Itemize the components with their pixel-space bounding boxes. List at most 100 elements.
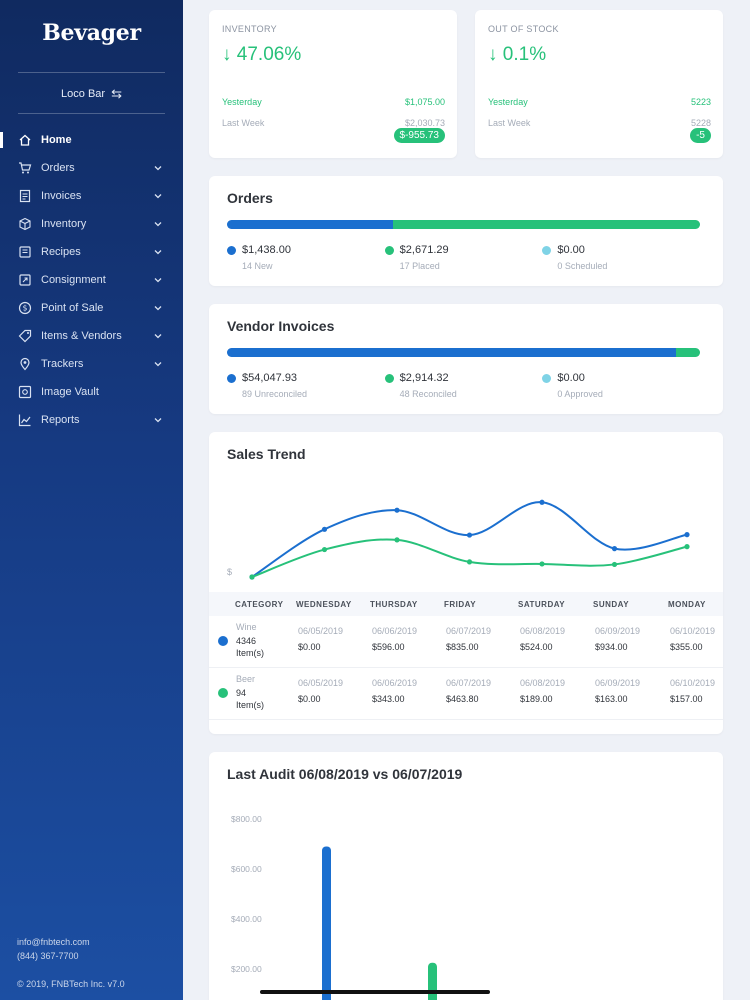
sidebar-item-label: Image Vault xyxy=(41,386,99,398)
chevron-down-icon[interactable] xyxy=(153,219,163,229)
data-point[interactable] xyxy=(611,546,618,552)
cell-date: 06/06/2019 xyxy=(372,678,418,688)
chevron-down-icon[interactable] xyxy=(153,163,163,173)
sidebar-item-items-vendors[interactable]: Items & Vendors xyxy=(0,322,183,350)
chevron-down-icon[interactable] xyxy=(153,275,163,285)
legend-subtitle: 14 New xyxy=(242,261,273,271)
data-point[interactable] xyxy=(321,546,328,553)
data-point[interactable] xyxy=(321,526,328,532)
sidebar-item-recipes[interactable]: Recipes xyxy=(0,238,183,266)
column-header[interactable]: CATEGORY xyxy=(235,600,283,609)
cell-date: 06/05/2019 xyxy=(298,626,344,636)
support-email[interactable]: info@fnbtech.com xyxy=(17,937,90,947)
sidebar-divider xyxy=(18,113,165,114)
legend-item[interactable]: $1,438.00 14 New xyxy=(227,244,385,271)
bar-segment xyxy=(227,220,393,229)
sidebar-item-consignment[interactable]: Consignment xyxy=(0,266,183,294)
legend-value-row: $0.00 xyxy=(542,244,700,256)
cell-value: $355.00 xyxy=(670,642,703,652)
cell-value: $596.00 xyxy=(372,642,405,652)
sidebar-item-label: Reports xyxy=(41,414,80,426)
sidebar-item-image-vault[interactable]: Image Vault xyxy=(0,378,183,406)
chevron-down-icon[interactable] xyxy=(153,247,163,257)
app-logo[interactable]: Bevager xyxy=(0,20,183,46)
recipe-icon xyxy=(18,245,32,259)
inventory-yesterday-row: Yesterday $1,075.00 xyxy=(222,97,445,107)
table-row[interactable]: Wine 4346 Item(s) 06/05/2019 $0.00 06/06/201… xyxy=(209,616,723,668)
column-header[interactable]: SUNDAY xyxy=(593,600,629,609)
legend-item[interactable]: $0.00 0 Scheduled xyxy=(542,244,700,271)
cell-value: $163.00 xyxy=(595,694,628,704)
sidebar-nav: Home Orders Invoices Inventory Recipes Consig… xyxy=(0,126,183,434)
chevron-down-icon[interactable] xyxy=(153,331,163,341)
sidebar-item-orders[interactable]: Orders xyxy=(0,154,183,182)
inventory-card[interactable]: INVENTORY ↓ 47.06% Yesterday $1,075.00 L… xyxy=(209,10,457,158)
table-cell: 06/05/2019 $0.00 xyxy=(298,678,343,704)
sidebar-item-inventory[interactable]: Inventory xyxy=(0,210,183,238)
sidebar-item-label: Inventory xyxy=(41,218,87,230)
sidebar-item-home[interactable]: Home xyxy=(0,126,183,154)
legend-dot xyxy=(227,245,236,255)
data-point[interactable] xyxy=(684,532,690,538)
vendor-invoices-card[interactable]: Vendor Invoices $54,047.93 89 Unreconcile… xyxy=(209,304,723,414)
chart-icon xyxy=(18,413,32,427)
sidebar-item-trackers[interactable]: Trackers xyxy=(0,350,183,378)
cell-value: $157.00 xyxy=(670,694,703,704)
orders-title: Orders xyxy=(227,190,273,206)
sidebar-item-point-of-sale[interactable]: $ Point of Sale xyxy=(0,294,183,322)
out-of-stock-card[interactable]: OUT OF STOCK ↓ 0.1% Yesterday 5223 Last … xyxy=(475,10,723,158)
data-point[interactable] xyxy=(249,574,255,580)
cell-date: 06/08/2019 xyxy=(520,678,566,688)
legend-item[interactable]: $2,671.29 17 Placed xyxy=(384,244,543,271)
data-point[interactable] xyxy=(539,561,545,567)
invoice-icon xyxy=(18,189,32,203)
data-point[interactable] xyxy=(611,561,618,568)
column-header[interactable]: SATURDAY xyxy=(518,600,565,609)
y-tick-label: $400.00 xyxy=(231,914,262,924)
category-count: 94 Item(s) xyxy=(236,688,264,710)
legend-dot xyxy=(227,373,236,383)
data-point[interactable] xyxy=(466,532,473,538)
consignment-icon xyxy=(18,273,32,287)
data-point[interactable] xyxy=(466,559,473,565)
chevron-down-icon[interactable] xyxy=(153,359,163,369)
table-row[interactable]: Beer 94 Item(s) 06/05/2019 $0.00 06/06/2019 $… xyxy=(209,668,723,720)
table-cell: 06/05/2019 $0.00 xyxy=(298,626,343,652)
support-phone[interactable]: (844) 367-7700 xyxy=(17,951,79,961)
cell-date: 06/10/2019 xyxy=(670,626,716,636)
category-name: Beer xyxy=(236,674,256,684)
sidebar: Bevager Loco Bar ⇆ Home Orders Invoices Inve… xyxy=(0,0,183,1000)
sidebar-item-label: Invoices xyxy=(41,190,82,202)
data-point[interactable] xyxy=(684,544,690,550)
table-cell: 06/07/2019 $835.00 xyxy=(446,626,491,652)
table-cell: 06/06/2019 $343.00 xyxy=(372,678,417,704)
column-header[interactable]: MONDAY xyxy=(668,600,706,609)
orders-card[interactable]: Orders $1,438.00 14 New $2,671.29 17 Placed… xyxy=(209,176,723,286)
sidebar-item-reports[interactable]: Reports xyxy=(0,406,183,434)
legend-value: $2,671.29 xyxy=(399,244,449,256)
chevron-down-icon[interactable] xyxy=(153,415,163,425)
bar-segment xyxy=(392,220,700,229)
y-tick-label: $ xyxy=(227,567,232,577)
category-dot xyxy=(218,636,228,646)
column-header[interactable]: FRIDAY xyxy=(444,600,476,609)
chevron-down-icon[interactable] xyxy=(153,191,163,201)
legend-item[interactable]: $2,914.32 48 Reconciled xyxy=(384,372,543,399)
cell-date: 06/06/2019 xyxy=(372,626,418,636)
data-point[interactable] xyxy=(394,507,400,513)
audit-bar[interactable] xyxy=(428,962,437,1000)
audit-bar[interactable] xyxy=(322,846,331,1000)
table-cell: 06/08/2019 $189.00 xyxy=(520,678,565,704)
sidebar-item-invoices[interactable]: Invoices xyxy=(0,182,183,210)
orders-legend: $1,438.00 14 New $2,671.29 17 Placed $0.00 0 … xyxy=(227,244,700,271)
stock-diff-badge: -5 xyxy=(690,128,711,143)
column-header[interactable]: THURSDAY xyxy=(370,600,418,609)
chevron-down-icon[interactable] xyxy=(153,303,163,313)
legend-item[interactable]: $54,047.93 89 Unreconciled xyxy=(227,372,385,399)
column-header[interactable]: WEDNESDAY xyxy=(296,600,352,609)
legend-item[interactable]: $0.00 0 Approved xyxy=(542,372,700,399)
data-point[interactable] xyxy=(539,499,545,505)
data-point[interactable] xyxy=(394,537,400,543)
venue-switcher[interactable]: Loco Bar ⇆ xyxy=(0,86,183,102)
category-dot xyxy=(218,688,228,698)
